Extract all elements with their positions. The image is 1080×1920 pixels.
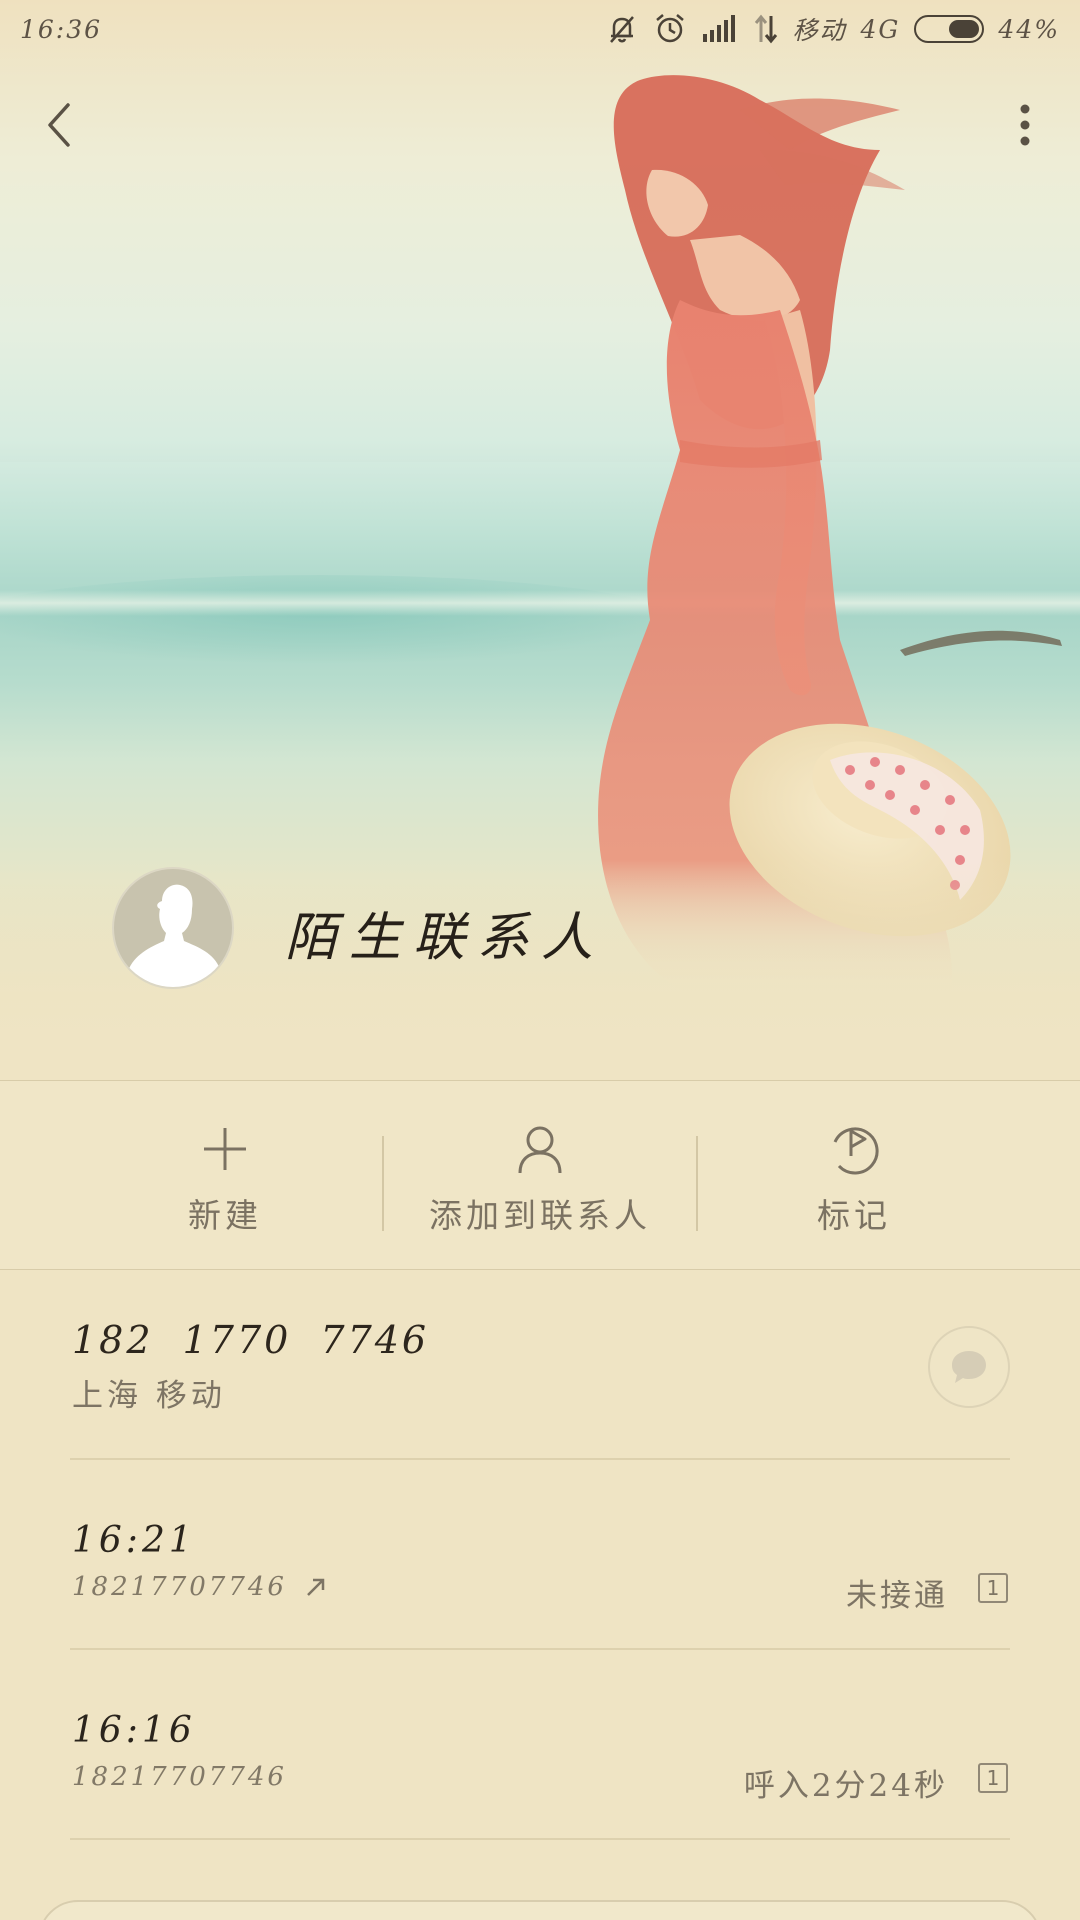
call-number-line: 18217707746 xyxy=(72,1572,327,1602)
phone-number: 182 1770 7746 xyxy=(72,1318,430,1362)
add-to-contacts-label: 添加到联系人 xyxy=(429,1196,651,1235)
contact-actions-bar: 新建 添加到联系人 标记 xyxy=(0,1080,1080,1270)
data-transfer-icon xyxy=(753,14,779,44)
flag-icon xyxy=(827,1121,881,1177)
battery-icon xyxy=(914,15,985,43)
contact-name: 陌生联系人 xyxy=(285,908,606,968)
call-number: 18217707746 xyxy=(72,1572,287,1602)
status-icons: 移动 4G 44% xyxy=(605,11,1060,47)
call-status: 未接通 xyxy=(846,1578,948,1614)
battery-percent: 44% xyxy=(998,14,1060,44)
status-time: 16:36 xyxy=(20,14,103,44)
person-icon xyxy=(515,1121,565,1177)
add-to-contacts-button[interactable]: 添加到联系人 xyxy=(383,1081,697,1271)
network-type-label: 4G xyxy=(860,14,901,44)
call-log-item[interactable]: 16:21 18217707746 未接通 1 xyxy=(70,1460,1010,1650)
call-status: 呼入2分24秒 xyxy=(743,1768,948,1804)
back-button[interactable] xyxy=(34,95,84,155)
call-number: 18217707746 xyxy=(72,1762,287,1792)
new-contact-label: 新建 xyxy=(188,1196,262,1235)
more-vertical-icon xyxy=(1020,104,1030,146)
mark-number-label: 标记 xyxy=(817,1196,891,1235)
chevron-left-icon xyxy=(48,103,70,147)
plus-icon xyxy=(200,1121,250,1177)
send-message-button[interactable] xyxy=(928,1326,1010,1408)
mute-bell-icon xyxy=(605,12,639,46)
contact-avatar[interactable] xyxy=(112,867,234,989)
bottom-action-sheet[interactable] xyxy=(38,1900,1042,1920)
call-time: 16:21 xyxy=(72,1520,196,1561)
outgoing-call-arrow-icon xyxy=(307,1578,325,1596)
call-log-item[interactable]: 16:16 18217707746 呼入2分24秒 1 xyxy=(70,1650,1010,1840)
phone-number-row[interactable]: 182 1770 7746 上海 移动 xyxy=(70,1270,1010,1460)
message-bubble-icon xyxy=(952,1351,986,1383)
call-count-badge: 1 xyxy=(978,1573,1008,1603)
status-bar: 16:36 移动 4G 44% xyxy=(0,0,1080,58)
phone-location: 上海 移动 xyxy=(72,1378,226,1414)
alarm-clock-icon xyxy=(653,12,687,46)
call-time: 16:16 xyxy=(72,1710,196,1751)
mark-number-button[interactable]: 标记 xyxy=(697,1081,1011,1271)
more-options-button[interactable] xyxy=(1000,95,1050,155)
carrier-label: 移动 xyxy=(792,16,847,45)
new-contact-button[interactable]: 新建 xyxy=(68,1081,382,1271)
call-count-badge: 1 xyxy=(978,1763,1008,1793)
call-number-line: 18217707746 xyxy=(72,1762,287,1792)
signal-strength-icon xyxy=(701,14,739,44)
default-person-avatar-icon xyxy=(128,884,220,987)
